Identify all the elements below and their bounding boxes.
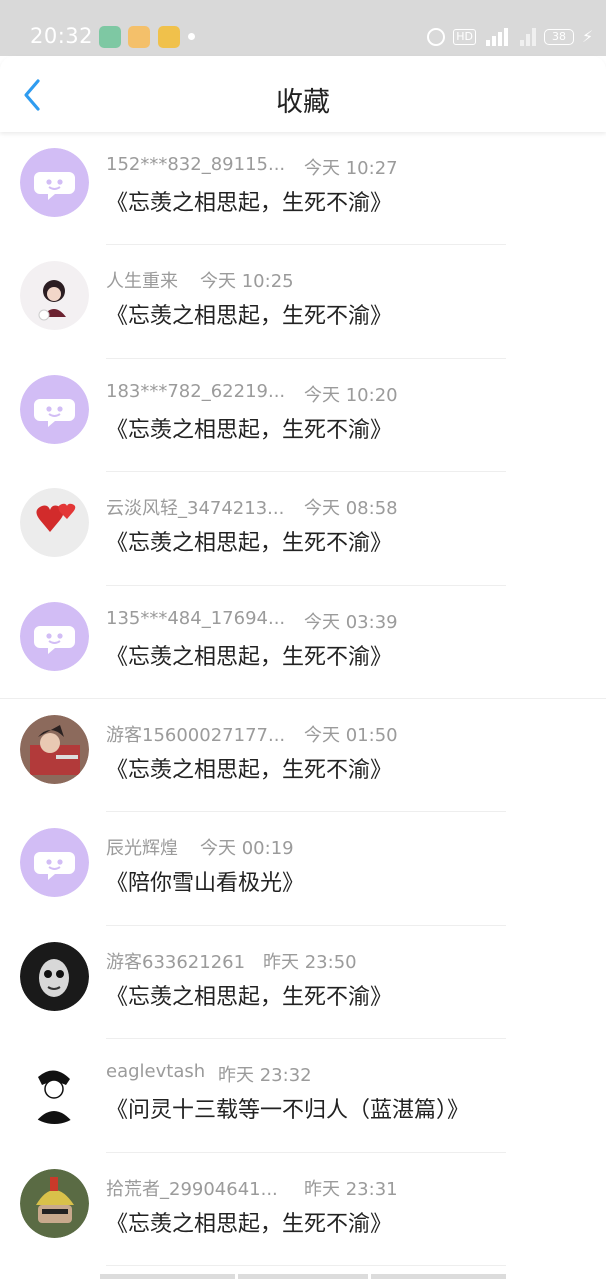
item-meta: 135***484_17694... 今天 03:39 [106, 608, 406, 634]
song-title: 《问灵十三载等一不归人（蓝湛篇）》 [106, 1098, 470, 1124]
list-item[interactable]: 拾荒者_29904641... 昨天 23:31 《忘羡之相思起，生死不渝》 [0, 1153, 606, 1266]
chat-bubble-icon [20, 374, 89, 444]
list-item[interactable]: 183***782_62219... 今天 10:20 《忘羡之相思起，生死不渝》 [0, 359, 606, 473]
battery-icon: 38 [544, 29, 574, 45]
timestamp: 昨天 23:32 [218, 1065, 312, 1087]
item-meta: 云淡风轻_3474213... 今天 08:58 [106, 494, 406, 520]
page-title: 收藏 [276, 87, 330, 118]
user-name: 拾荒者_29904641... [106, 1178, 278, 1200]
signal-icon-2 [518, 28, 536, 46]
list-item[interactable]: 游客633621261 昨天 23:50 《忘羡之相思起，生死不渝》 [0, 926, 606, 1040]
status-bar: 20:32 HD 38 ⚡ [0, 0, 606, 56]
avatar[interactable] [20, 261, 89, 331]
status-time: 20:32 [30, 24, 94, 48]
chat-bubble-icon [20, 601, 89, 671]
avatar[interactable] [20, 374, 89, 444]
timestamp: 今天 01:50 [304, 724, 398, 746]
timestamp: 今天 10:20 [304, 384, 398, 406]
list-item[interactable]: 人生重来 今天 10:25 《忘羡之相思起，生死不渝》 [0, 245, 606, 359]
user-name: 辰光辉煌 [106, 838, 178, 860]
item-meta: 辰光辉煌 今天 00:19 [106, 834, 406, 860]
avatar[interactable] [20, 1168, 89, 1238]
user-name: 183***782_62219... [106, 380, 286, 402]
list-item[interactable]: eaglevtash 昨天 23:32 《问灵十三载等一不归人（蓝湛篇）》 [0, 1039, 606, 1153]
avatar[interactable] [20, 828, 89, 898]
item-meta: 拾荒者_29904641... 昨天 23:31 [106, 1175, 406, 1201]
user-name: 云淡风轻_3474213... [106, 498, 285, 520]
timestamp: 今天 10:25 [200, 271, 294, 293]
favorites-list: 152***832_89115... 今天 10:27 《忘羡之相思起，生死不渝》人… [0, 132, 606, 1266]
item-meta: 游客15600027177... 今天 01:50 [106, 721, 406, 747]
timestamp: 昨天 23:31 [304, 1178, 398, 1200]
avatar[interactable] [20, 148, 89, 217]
user-name: eaglevtash [106, 1061, 206, 1083]
divider [106, 1264, 506, 1266]
bottom-scroll-indicator [0, 1274, 606, 1280]
list-item[interactable]: 云淡风轻_3474213... 今天 08:58 《忘羡之相思起，生死不渝》 [0, 472, 606, 586]
song-title: 《忘羡之相思起，生死不渝》 [106, 531, 393, 557]
song-title: 《忘羡之相思起，生死不渝》 [106, 417, 393, 443]
signal-icon [484, 28, 510, 46]
avatar[interactable] [20, 601, 89, 671]
sketch-character-icon [20, 1055, 89, 1125]
item-meta: eaglevtash 昨天 23:32 [106, 1061, 406, 1087]
hearts-icon [20, 488, 89, 558]
user-name: 152***832_89115... [106, 154, 286, 175]
timestamp: 今天 08:58 [304, 498, 398, 520]
anime-character-icon [20, 261, 89, 331]
top-nav-bar: 收藏 [0, 56, 606, 132]
song-title: 《忘羡之相思起，生死不渝》 [106, 644, 393, 670]
alarm-icon [427, 28, 446, 46]
user-name: 135***484_17694... [106, 607, 286, 629]
song-title: 《忘羡之相思起，生死不渝》 [106, 757, 393, 783]
song-title: 《陪你雪山看极光》 [106, 871, 305, 897]
app-notification-icon [99, 26, 121, 48]
list-item[interactable]: 游客15600027177... 今天 01:50 《忘羡之相思起，生死不渝》 [0, 699, 606, 813]
charging-icon: ⚡ [582, 27, 594, 46]
list-item[interactable]: 152***832_89115... 今天 10:27 《忘羡之相思起，生死不渝》 [0, 132, 606, 246]
avatar[interactable] [20, 488, 89, 558]
helmet-character-icon [20, 1168, 89, 1238]
item-meta: 游客633621261 昨天 23:50 [106, 948, 406, 974]
item-meta: 183***782_62219... 今天 10:20 [106, 381, 406, 407]
timestamp: 今天 03:39 [304, 611, 398, 633]
avatar[interactable] [20, 941, 89, 1011]
song-title: 《忘羡之相思起，生死不渝》 [106, 191, 393, 216]
song-title: 《忘羡之相思起，生死不渝》 [106, 984, 393, 1010]
face-portrait-icon [20, 941, 89, 1011]
song-title: 《忘羡之相思起，生死不渝》 [106, 304, 393, 330]
song-title: 《忘羡之相思起，生死不渝》 [106, 1211, 393, 1237]
item-meta: 152***832_89115... 今天 10:27 [106, 154, 406, 180]
avatar[interactable] [20, 714, 89, 784]
warrior-character-icon [20, 714, 89, 784]
user-name: 游客633621261 [106, 951, 246, 973]
timestamp: 今天 10:27 [304, 158, 398, 179]
list-item[interactable]: 135***484_17694... 今天 03:39 《忘羡之相思起，生死不渝》 [0, 586, 606, 699]
weibo-icon [128, 26, 150, 48]
hd-icon: HD [453, 29, 476, 45]
chat-bubble-icon [20, 828, 89, 898]
item-meta: 人生重来 今天 10:25 [106, 267, 406, 293]
user-name: 人生重来 [106, 271, 178, 293]
more-notifications-dot-icon [188, 33, 195, 40]
app-notification-icon-2 [158, 26, 180, 48]
chat-bubble-icon [20, 148, 89, 217]
timestamp: 今天 00:19 [200, 838, 294, 860]
user-name: 游客15600027177... [106, 724, 286, 746]
timestamp: 昨天 23:50 [263, 951, 357, 973]
list-item[interactable]: 辰光辉煌 今天 00:19 《陪你雪山看极光》 [0, 812, 606, 926]
avatar[interactable] [20, 1055, 89, 1125]
